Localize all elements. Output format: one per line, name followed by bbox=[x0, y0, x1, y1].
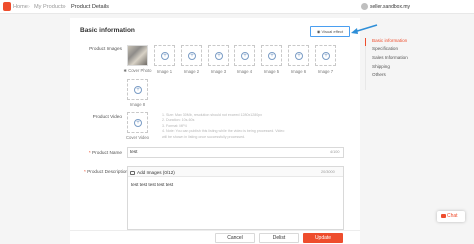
side-nav-sales-information[interactable]: Sales Information bbox=[372, 55, 408, 61]
image-slot-2[interactable]: + bbox=[181, 45, 202, 66]
account-name[interactable]: seller.sandbox.my bbox=[370, 3, 410, 11]
image-slot-6[interactable]: + bbox=[288, 45, 309, 66]
image-slot-caption: Image 4 bbox=[236, 69, 253, 74]
chat-button[interactable]: Chat bbox=[437, 211, 465, 222]
image-slot-8[interactable]: + bbox=[127, 79, 148, 100]
side-nav-others[interactable]: Others bbox=[372, 72, 386, 78]
image-slot-5[interactable]: + bbox=[261, 45, 282, 66]
add-icon: + bbox=[295, 52, 303, 60]
chat-icon bbox=[441, 214, 446, 218]
avatar[interactable] bbox=[361, 3, 368, 10]
breadcrumb-separator-icon: › bbox=[64, 4, 66, 10]
breadcrumb-current: Product Details bbox=[71, 4, 109, 10]
product-description-label: * Product Description bbox=[84, 169, 129, 174]
cover-video-caption: Cover Video bbox=[126, 135, 149, 140]
video-upload-slot[interactable]: + bbox=[127, 112, 148, 133]
section-title: Basic information bbox=[80, 27, 135, 34]
add-icon: + bbox=[268, 52, 276, 60]
product-images-label: Product Images bbox=[89, 46, 122, 51]
image-slot-caption: Image 6 bbox=[290, 69, 307, 74]
visual-effect-button[interactable]: ◉ Visual effect bbox=[310, 26, 350, 37]
breadcrumb-my-products[interactable]: My Products bbox=[34, 3, 65, 11]
side-nav-specification[interactable]: Specification bbox=[372, 46, 398, 52]
description-counter: 20/3000 bbox=[321, 170, 335, 174]
product-name-field[interactable] bbox=[127, 147, 344, 158]
cover-photo-thumbnail[interactable] bbox=[127, 45, 148, 66]
delist-button[interactable]: Delist bbox=[259, 233, 299, 243]
image-slot-caption: Image 1 bbox=[156, 69, 173, 74]
add-icon: + bbox=[134, 86, 142, 94]
product-name-counter: 4/100 bbox=[330, 150, 340, 154]
video-hints: 1. Size: Max 30Mb, resolution should not… bbox=[162, 113, 285, 139]
image-icon[interactable] bbox=[130, 171, 135, 175]
image-slot-caption: Image 5 bbox=[263, 69, 280, 74]
image-slot-3[interactable]: + bbox=[208, 45, 229, 66]
shopee-logo-icon[interactable] bbox=[3, 2, 11, 11]
breadcrumb-separator-icon: › bbox=[28, 4, 30, 10]
image-slot-caption: Image 3 bbox=[210, 69, 227, 74]
image-slot-caption: Image 2 bbox=[183, 69, 200, 74]
add-icon: + bbox=[215, 52, 223, 60]
add-icon: + bbox=[241, 52, 249, 60]
description-text: test test test test test bbox=[131, 182, 174, 187]
add-icon: + bbox=[322, 52, 330, 60]
add-icon: + bbox=[134, 119, 142, 127]
add-icon: + bbox=[161, 52, 169, 60]
image-slot-1[interactable]: + bbox=[154, 45, 175, 66]
cover-photo-caption: ✱ Cover Photo bbox=[123, 68, 152, 73]
image-slot-caption: Image 7 bbox=[317, 69, 334, 74]
product-video-label: Product Video bbox=[92, 114, 122, 119]
side-nav-basic-information[interactable]: Basic information bbox=[372, 38, 407, 44]
add-images-button[interactable]: Add Images (0/12) bbox=[137, 170, 175, 176]
product-name-value: test bbox=[130, 149, 138, 154]
image-slot-7[interactable]: + bbox=[315, 45, 336, 66]
side-nav-shipping[interactable]: Shipping bbox=[372, 64, 390, 70]
highlight-arrow-icon bbox=[351, 24, 378, 34]
cancel-button[interactable]: Cancel bbox=[215, 233, 255, 243]
add-icon: + bbox=[188, 52, 196, 60]
side-nav-active-indicator bbox=[365, 38, 366, 46]
update-button[interactable]: Update bbox=[303, 233, 343, 243]
breadcrumb-home[interactable]: Home bbox=[13, 3, 28, 11]
product-name-label: * Product Name bbox=[88, 150, 122, 155]
image-slot-caption: Image 8 bbox=[129, 102, 146, 107]
image-slot-4[interactable]: + bbox=[234, 45, 255, 66]
